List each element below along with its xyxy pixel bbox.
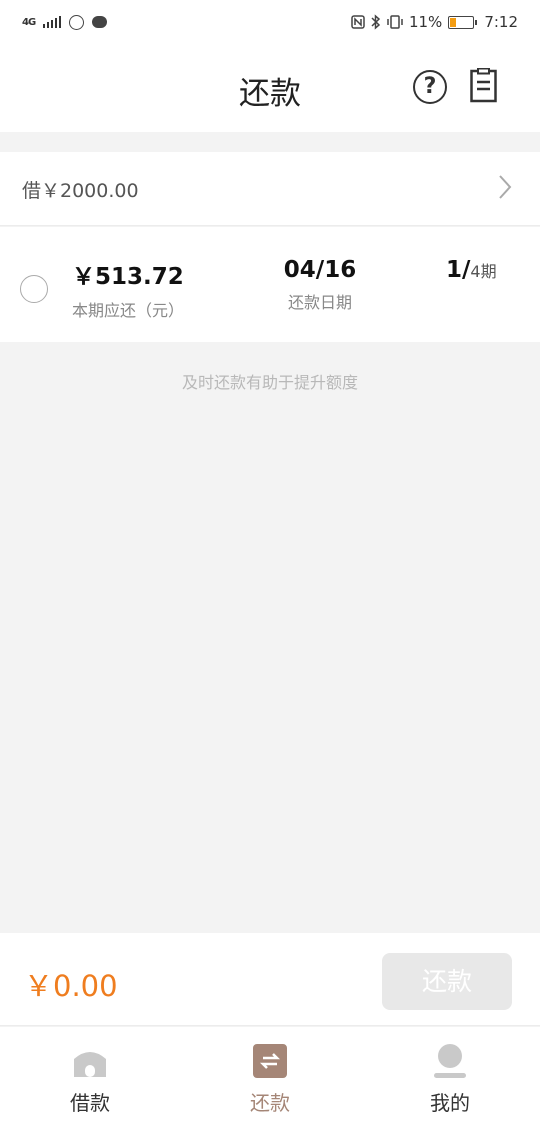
due-date-block: 04/16 还款日期 xyxy=(280,257,360,313)
network-type: 4G xyxy=(22,16,36,28)
nfc-icon xyxy=(351,15,365,29)
period-total: 4期 xyxy=(470,262,497,281)
installment-amount: ￥513.72 xyxy=(72,264,184,290)
status-bar: 4G 11% 7:12 xyxy=(0,0,540,44)
tab-borrow[interactable]: 借款 xyxy=(0,1027,180,1122)
app-icon xyxy=(69,14,85,30)
tab-repay[interactable]: 还款 xyxy=(180,1027,360,1122)
vibrate-icon xyxy=(387,15,403,29)
help-icon[interactable]: ? xyxy=(413,70,447,104)
home-icon xyxy=(74,1052,106,1077)
profile-icon xyxy=(434,1044,466,1078)
period-block: 1/4期 xyxy=(446,257,497,283)
status-right: 11% 7:12 xyxy=(351,13,518,31)
page-title: 还款 xyxy=(239,76,301,112)
period-current: 1/ xyxy=(446,257,471,283)
tab-borrow-label: 借款 xyxy=(70,1091,110,1115)
due-date-label: 还款日期 xyxy=(287,293,352,312)
installment-amount-label: 本期应还（元） xyxy=(72,301,185,320)
battery-percent: 11% xyxy=(408,13,443,31)
record-list-icon[interactable] xyxy=(470,68,497,103)
clock: 7:12 xyxy=(484,13,518,31)
installment-row[interactable]: ￥513.72 本期应还（元） 04/16 还款日期 1/4期 xyxy=(0,227,540,342)
due-date: 04/16 xyxy=(283,257,357,283)
status-left: 4G xyxy=(22,14,108,30)
repay-icon xyxy=(253,1044,287,1078)
tab-repay-label: 还款 xyxy=(250,1091,290,1115)
tab-mine[interactable]: 我的 xyxy=(360,1027,540,1122)
installment-amount-block: ￥513.72 本期应还（元） xyxy=(72,257,184,321)
signal-icon xyxy=(43,16,62,28)
loan-amount-label: 借￥2000.00 xyxy=(22,180,139,202)
selected-total-amount: ￥0.00 xyxy=(24,969,118,1003)
repay-button[interactable]: 还款 xyxy=(382,953,512,1010)
bluetooth-icon xyxy=(371,14,381,30)
tab-mine-label: 我的 xyxy=(430,1091,470,1115)
battery-icon xyxy=(448,15,478,29)
header: 还款 ? xyxy=(0,44,540,132)
pay-bar: ￥0.00 还款 xyxy=(0,933,540,1026)
loan-row[interactable]: 借￥2000.00 xyxy=(0,152,540,226)
chevron-right-icon xyxy=(499,175,512,199)
hint-text: 及时还款有助于提升额度 xyxy=(181,373,358,392)
installment-checkbox[interactable] xyxy=(20,275,48,303)
chat-icon xyxy=(92,16,108,28)
tab-bar: 借款 还款 我的 xyxy=(0,1027,540,1122)
